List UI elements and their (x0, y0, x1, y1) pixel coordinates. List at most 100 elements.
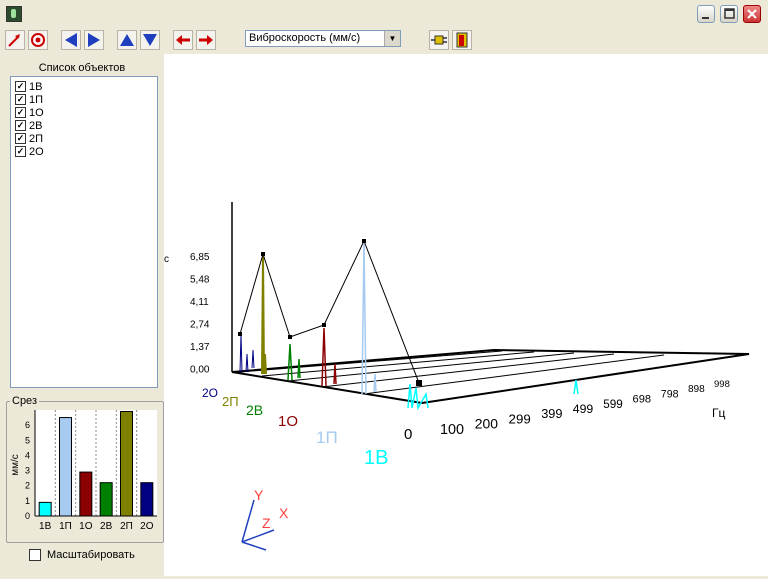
slice-bar (59, 417, 72, 517)
scale-checkbox-label: Масштабировать (47, 549, 135, 561)
connect-button[interactable] (429, 30, 449, 50)
slice-group-title: Срез (10, 395, 39, 407)
pointer-button[interactable] (5, 30, 25, 50)
slice-bar (38, 501, 52, 517)
slice-ytick-label: 6 (25, 420, 30, 430)
freq-tick-label: 698 (633, 394, 652, 406)
z-tick-label: 4,11 (190, 297, 209, 308)
floor-line (261, 351, 535, 377)
close-icon (747, 9, 757, 19)
chevron-down-icon[interactable]: ▼ (384, 31, 400, 46)
freq-tick-label: 299 (509, 411, 531, 426)
scale-checkbox-row[interactable]: Масштабировать (29, 549, 135, 561)
waterfall-3d-chart: с 6,855,484,112,741,370,00 2О2П2В1О1П1В … (164, 202, 750, 551)
plot-3d-area[interactable]: с 6,85 5,48 4,11 2,74 1,37 0,00 2О 2П 2В 1О 1П 1В … (164, 54, 768, 576)
spectrum-line (261, 253, 267, 375)
series-label: 1П (316, 428, 338, 447)
arrow-left-icon (65, 33, 77, 47)
peak-polyline (239, 239, 420, 384)
slice-bar (140, 482, 154, 517)
checkbox-checked-icon[interactable]: ✓ (15, 107, 26, 118)
maximize-icon (724, 8, 735, 19)
list-item[interactable]: ✓ 1О (11, 106, 157, 119)
series-label: 1О (278, 413, 298, 430)
axis-label-y: Y (254, 487, 264, 503)
move-down-button[interactable] (140, 30, 160, 50)
pointer-arrow-icon (8, 34, 20, 47)
z-tick-label: 6,85 (190, 252, 210, 263)
move-left-button[interactable] (61, 30, 81, 50)
freq-unit: Гц (712, 406, 725, 420)
target-button[interactable] (28, 30, 48, 50)
freq-tick-label: 100 (440, 422, 464, 438)
scale-checkbox[interactable] (29, 549, 41, 561)
z-tick-label: 1,37 (190, 342, 210, 353)
series-label: 2П (222, 394, 239, 409)
series-label: 2В (246, 402, 263, 418)
close-button[interactable] (743, 5, 761, 23)
arrow-right-icon (88, 33, 100, 47)
z-tick-label: 2,74 (190, 320, 210, 331)
slice-ytick-label: 0 (25, 511, 30, 521)
slice-xtick-label: 1О (79, 521, 93, 532)
freq-tick-label: 499 (573, 402, 594, 416)
freq-tick-label: 0 (404, 426, 412, 443)
slice-xtick-label: 2П (120, 521, 133, 532)
spectra-group (239, 243, 579, 411)
checkbox-checked-icon[interactable]: ✓ (15, 120, 26, 131)
slice-ytick-label: 4 (25, 450, 30, 460)
list-item[interactable]: ✓ 2В (11, 119, 157, 132)
freq-tick-label: 898 (688, 384, 705, 395)
list-item[interactable]: ✓ 2О (11, 145, 157, 158)
slice-xtick-label: 1П (59, 521, 72, 532)
floor-line (287, 352, 575, 382)
list-item[interactable]: ✓ 1В (11, 80, 157, 93)
checkbox-checked-icon[interactable]: ✓ (15, 94, 26, 105)
slice-bar (79, 471, 93, 517)
minimize-icon (702, 17, 709, 19)
axis-label-z: Z (262, 515, 271, 531)
arrow-up-icon (120, 34, 134, 46)
slice-ytick-label: 5 (25, 435, 30, 445)
series-label: 1В (364, 447, 388, 469)
title-bar (0, 0, 768, 29)
unit-fragment: с (164, 254, 169, 265)
measure-select[interactable]: Виброскорость (мм/с) ▼ (245, 30, 401, 47)
freq-tick-label: 998 (714, 379, 730, 390)
exit-door-icon (456, 32, 468, 48)
slice-ytick-label: 2 (25, 481, 30, 491)
slice-bar (99, 482, 113, 517)
exit-button[interactable] (452, 30, 472, 50)
slice-xtick-label: 2О (140, 521, 154, 532)
checkbox-checked-icon[interactable]: ✓ (15, 146, 26, 157)
axis-label-x: X (279, 505, 289, 521)
objects-list[interactable]: ✓ 1В ✓ 1П ✓ 1О ✓ 2В ✓ 2П ✓ 2О (10, 76, 158, 388)
red-arrow-left-icon (176, 35, 190, 45)
freq-tick-label: 200 (475, 416, 498, 432)
checkbox-checked-icon[interactable]: ✓ (15, 133, 26, 144)
arrow-down-icon (143, 34, 157, 46)
app-icon (6, 6, 22, 22)
slice-ylabel: мм/с (10, 454, 21, 476)
series-label: 2О (202, 386, 218, 400)
axes-gizmo: Y X Z (241, 487, 289, 551)
list-item[interactable]: ✓ 1П (11, 93, 157, 106)
spectrum-line (287, 343, 301, 381)
list-item[interactable]: ✓ 2П (11, 132, 157, 145)
z-tick-label: 5,48 (190, 275, 210, 286)
slice-bar-chart: мм/с 0 1 2 3 4 5 6 1В 1П 1О 2В 2П 2О (10, 410, 157, 532)
slice-bar (120, 411, 133, 517)
spectrum-line (239, 333, 255, 373)
next-button[interactable] (196, 30, 216, 50)
move-right-button[interactable] (84, 30, 104, 50)
freq-tick-label: 399 (541, 406, 562, 421)
freq-tick-label: 599 (603, 398, 623, 411)
target-icon (31, 33, 45, 47)
maximize-button[interactable] (720, 5, 738, 23)
move-up-button[interactable] (117, 30, 137, 50)
minimize-button[interactable] (697, 5, 715, 23)
measure-select-value: Виброскорость (мм/с) (249, 32, 361, 44)
previous-button[interactable] (173, 30, 193, 50)
slice-xtick-label: 2В (100, 521, 113, 532)
checkbox-checked-icon[interactable]: ✓ (15, 81, 26, 92)
